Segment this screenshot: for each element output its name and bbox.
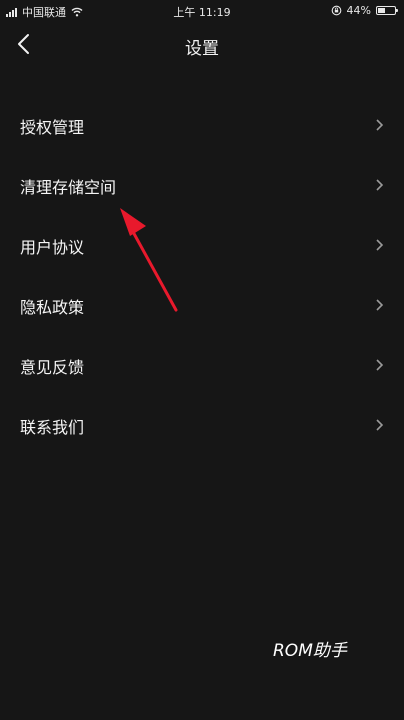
menu-item-label: 隐私政策 <box>20 298 85 317</box>
menu-item-feedback[interactable]: 意见反馈 <box>0 335 404 395</box>
chevron-right-icon <box>376 239 384 251</box>
chevron-right-icon <box>376 299 384 311</box>
chevron-right-icon <box>376 179 384 191</box>
menu-item-clear-storage[interactable]: 清理存储空间 <box>0 155 404 215</box>
lock-rotation-icon <box>331 5 341 16</box>
menu-item-authorization[interactable]: 授权管理 <box>0 95 404 155</box>
battery-fill <box>378 8 386 13</box>
status-bar: 中国联通 上午 11:19 44% <box>0 0 404 22</box>
chevron-right-icon <box>376 119 384 131</box>
menu-item-label: 清理存储空间 <box>20 178 117 197</box>
menu-item-label: 意见反馈 <box>20 358 85 377</box>
chevron-right-icon <box>376 359 384 371</box>
menu-item-label: 授权管理 <box>20 118 85 137</box>
red-arrow-annotation-icon <box>120 208 178 312</box>
page-title: 设置 <box>185 39 219 59</box>
watermark: ROM助手 <box>273 641 347 661</box>
battery-percent: 44% <box>346 4 371 17</box>
menu-item-label: 用户协议 <box>20 238 85 257</box>
menu-item-contact-us[interactable]: 联系我们 <box>0 395 404 455</box>
status-right: 44% <box>331 4 398 17</box>
chevron-right-icon <box>376 419 384 431</box>
menu-item-label: 联系我们 <box>20 418 85 437</box>
settings-menu: 授权管理 清理存储空间 用户协议 隐私政策 意见反馈 联系我们 <box>0 95 404 455</box>
battery-icon <box>376 6 398 15</box>
nav-bar: 设置 <box>0 24 404 68</box>
menu-item-user-agreement[interactable]: 用户协议 <box>0 215 404 275</box>
menu-item-privacy-policy[interactable]: 隐私政策 <box>0 275 404 335</box>
